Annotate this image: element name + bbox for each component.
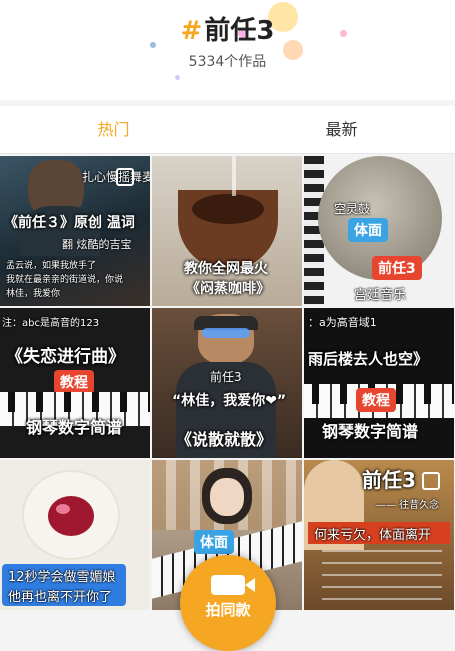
video-grid: 扎心慢摇舞麦 《前任３》原创 温词 翻 炫酷的吉宝 孟云说，如果我放手了 我就在… bbox=[0, 156, 455, 614]
lyrics-lines bbox=[322, 550, 442, 610]
video-title: 《失恋进行曲》 bbox=[6, 347, 125, 367]
video-card[interactable]: 前任3 —— 往昔久念 何来亏欠，体面离开 bbox=[304, 460, 454, 610]
lyric-line: 孟云说，如果我放手了 bbox=[6, 261, 97, 271]
video-subtitle: 翻 炫酷的吉宝 bbox=[62, 238, 132, 251]
top-caption: ：a为高音域1 bbox=[308, 316, 377, 329]
video-title: 《前任３》原创 温词 bbox=[4, 215, 135, 231]
video-title: 前任3 bbox=[362, 468, 416, 492]
video-caption: 宫廷音乐 bbox=[354, 288, 407, 303]
video-card[interactable]: ：a为高音域1 雨后楼去人也空》 教程 钢琴数字简谱 bbox=[304, 308, 454, 458]
video-caption: 12秒学会做雪媚娘 bbox=[8, 570, 116, 585]
video-caption: 空灵鼓 bbox=[334, 202, 371, 216]
video-subtitle: 《说散就散》 bbox=[176, 430, 273, 449]
topic-header: #前任3 5334个作品 bbox=[0, 0, 455, 100]
lyric-line: 我就在最亲亲的街道说，你说 bbox=[6, 275, 124, 285]
water-stream bbox=[232, 156, 236, 196]
video-card[interactable]: 扎心慢摇舞麦 《前任３》原创 温词 翻 炫酷的吉宝 孟云说，如果我放手了 我就在… bbox=[0, 156, 150, 306]
video-title: 《闷蒸咖啡》 bbox=[186, 281, 270, 297]
video-card[interactable]: 前任3 “林佳，我爱你❤” 《说散就散》 bbox=[152, 308, 302, 458]
tab-bar: 热门 最新 bbox=[0, 106, 455, 154]
hashtag-icon: # bbox=[180, 16, 203, 46]
tab-hot[interactable]: 热门 bbox=[0, 106, 227, 154]
video-camera-icon bbox=[211, 575, 255, 595]
video-card[interactable]: 12秒学会做雪媚娘 他再也离不开你了 bbox=[0, 460, 150, 610]
video-caption: 何来亏欠，体面离开 bbox=[314, 528, 432, 543]
page-title: #前任3 bbox=[0, 10, 455, 47]
tag-badge: 体面 bbox=[348, 218, 388, 242]
works-count: 5334个作品 bbox=[188, 54, 267, 70]
video-caption: 他再也离不开你了 bbox=[8, 590, 113, 605]
decor-dot bbox=[175, 75, 180, 80]
video-title: 雨后楼去人也空》 bbox=[308, 350, 429, 368]
tag-badge: 教程 bbox=[54, 370, 94, 394]
piano-black-keys bbox=[0, 392, 150, 412]
album-icon bbox=[422, 472, 440, 490]
tag-badge: 教程 bbox=[356, 388, 396, 412]
video-card[interactable]: 教你全网最火 《闷蒸咖啡》 bbox=[152, 156, 302, 306]
tag-badge: 前任3 bbox=[372, 256, 422, 280]
mochi-filling bbox=[48, 496, 94, 536]
album-icon bbox=[116, 168, 134, 186]
top-caption: 注：abc是高音的123 bbox=[2, 318, 100, 329]
video-title: “林佳，我爱你❤” bbox=[172, 393, 287, 409]
record-same-button[interactable]: 拍同款 bbox=[180, 555, 276, 651]
sunglasses bbox=[202, 328, 250, 338]
video-card[interactable]: 空灵鼓 体面 前任3 宫廷音乐 bbox=[304, 156, 454, 306]
video-card[interactable]: 注：abc是高音的123 《失恋进行曲》 教程 钢琴数字简谱 bbox=[0, 308, 150, 458]
lyric-line: 林佳，我爱你 bbox=[6, 289, 61, 299]
topic-title: 前任3 bbox=[204, 16, 275, 46]
video-subtitle: 钢琴数字简谱 bbox=[26, 418, 123, 437]
video-subtitle: 钢琴数字简谱 bbox=[322, 422, 419, 441]
tag-badge: 体面 bbox=[194, 530, 234, 554]
tab-latest[interactable]: 最新 bbox=[228, 106, 455, 154]
video-title: 教你全网最火 bbox=[184, 261, 268, 277]
record-label: 拍同款 bbox=[205, 601, 251, 619]
video-subtitle: —— 往昔久念 bbox=[376, 500, 440, 511]
person-face bbox=[210, 478, 244, 516]
coffee-grounds bbox=[192, 194, 264, 224]
video-caption: 前任3 bbox=[210, 370, 242, 384]
mochi-filling bbox=[56, 504, 70, 514]
